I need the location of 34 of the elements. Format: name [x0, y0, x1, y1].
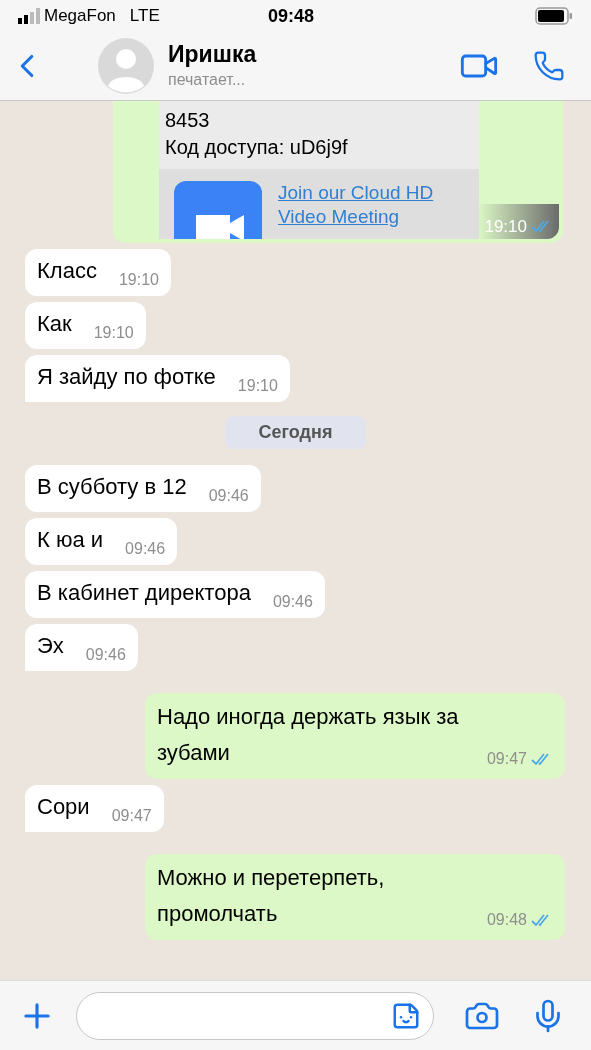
message-input-field[interactable] [76, 991, 434, 1040]
message-text: Можно и перетерпеть, промолчать [157, 864, 386, 928]
message-text: Код доступа: uD6j9f [165, 135, 349, 160]
message-time: 09:47 [111, 806, 152, 826]
message-text: Надо иногда держать язык за зубами [157, 703, 460, 767]
clock: 09:48 [268, 4, 315, 28]
message-time: 19:10 [237, 376, 278, 396]
message-text: К юа и [37, 526, 104, 554]
message-text: 8453 [165, 108, 211, 133]
message-time: 19:10 [484, 215, 527, 238]
app-logo-icon [174, 181, 262, 239]
message-text: Класс [37, 257, 97, 285]
message-time: 09:48 [486, 910, 527, 930]
message-time: 19:10 [93, 323, 134, 343]
message-time: 09:46 [85, 645, 126, 665]
message-text: Сори [37, 793, 90, 821]
carrier-name: MegaFon [44, 5, 116, 28]
typing-status: печатает... [168, 70, 247, 90]
message-text: Как [37, 310, 72, 338]
message-time: 19:10 [118, 270, 159, 290]
message-time: 09:46 [272, 592, 313, 612]
message-text: Эх [37, 632, 64, 660]
contact-name: Иришка [168, 40, 257, 68]
signal-icon [18, 8, 40, 24]
message-text: В субботу в 12 [37, 473, 187, 501]
network-type: LTE [129, 5, 160, 28]
message-time: 09:46 [208, 486, 249, 506]
message-time: 09:46 [125, 539, 166, 559]
message-text: Я зайду по фотке [37, 363, 216, 391]
date-chip: Сегодня [224, 416, 367, 449]
message-text: В кабинет директора [37, 579, 251, 607]
phone-icon[interactable] [533, 50, 565, 82]
message-time: 09:47 [486, 749, 527, 769]
battery-icon [535, 7, 573, 25]
